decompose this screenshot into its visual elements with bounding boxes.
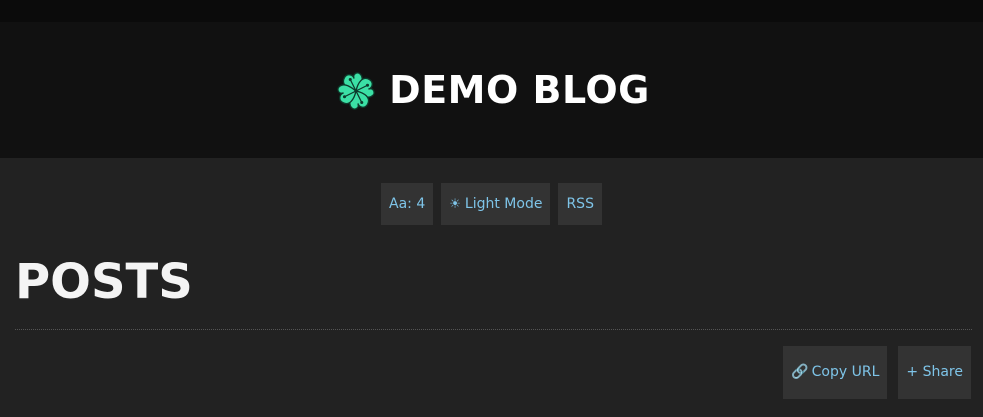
light-mode-button[interactable]: ☀ Light Mode xyxy=(441,183,551,225)
font-size-button[interactable]: Aa: 4 xyxy=(381,183,434,225)
rss-label: RSS xyxy=(566,196,594,212)
sun-icon: ☀ xyxy=(449,197,461,212)
rss-button[interactable]: RSS xyxy=(558,183,602,225)
main-content: Aa: 4 ☀ Light Mode RSS POSTS 🔗 Copy URL + … xyxy=(0,158,983,417)
copy-url-button[interactable]: 🔗 Copy URL xyxy=(783,346,888,399)
copy-url-label: Copy URL xyxy=(811,364,880,380)
top-strip xyxy=(0,0,983,22)
brand[interactable]: DEMO BLOG xyxy=(0,22,983,158)
site-header: DEMO BLOG xyxy=(0,22,983,158)
toolbar: Aa: 4 ☀ Light Mode RSS xyxy=(0,183,983,225)
share-actions: 🔗 Copy URL + Share xyxy=(783,346,971,399)
share-button[interactable]: + Share xyxy=(898,346,971,399)
font-size-label: Aa: 4 xyxy=(389,196,426,212)
four-leaf-clover-icon xyxy=(337,72,375,110)
page-title: POSTS xyxy=(15,254,193,310)
link-icon: 🔗 xyxy=(791,364,809,380)
share-label: + Share xyxy=(906,364,963,380)
light-mode-label: Light Mode xyxy=(464,196,543,212)
divider xyxy=(15,329,972,330)
site-title[interactable]: DEMO BLOG xyxy=(389,71,650,109)
